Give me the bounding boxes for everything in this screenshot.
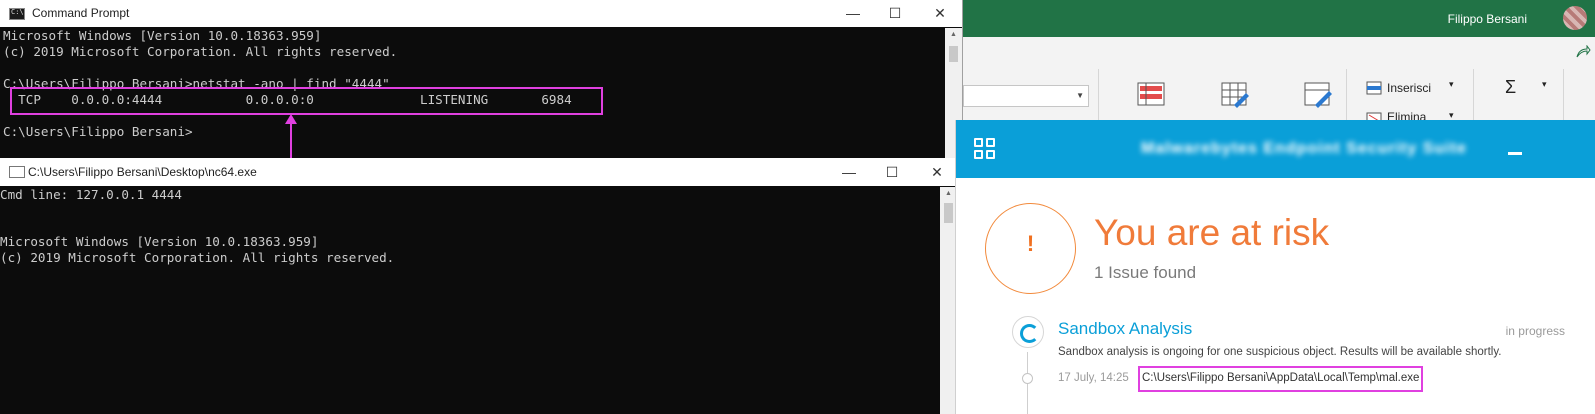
terminal-prompt-line[interactable]: C:\Users\Filippo Bersani> bbox=[3, 124, 193, 140]
window-title: Command Prompt bbox=[32, 6, 130, 20]
excel-ribbon: ▼ Inserisci ▾ Elimina ▾ Σ ▾ bbox=[963, 37, 1595, 127]
dashboard-grid-icon[interactable] bbox=[974, 138, 996, 160]
minimize-button[interactable]: — bbox=[830, 2, 876, 24]
ribbon-separator bbox=[1098, 69, 1099, 127]
annotation-arrow-head bbox=[285, 114, 297, 124]
event-timestamp: 17 July, 14:25 bbox=[1058, 372, 1129, 384]
chevron-down-icon[interactable]: ▾ bbox=[1449, 79, 1454, 90]
event-status: in progress bbox=[1505, 324, 1565, 338]
event-description: Sandbox analysis is ongoing for one susp… bbox=[1058, 346, 1502, 358]
minimize-button[interactable] bbox=[1508, 152, 1522, 155]
terminal-line: Microsoft Windows [Version 10.0.18363.95… bbox=[0, 234, 319, 249]
highlight-box-netstat bbox=[10, 87, 603, 115]
terminal-line: Microsoft Windows [Version 10.0.18363.95… bbox=[3, 28, 322, 43]
risk-title: You are at risk bbox=[1094, 212, 1330, 253]
terminal-line: (c) 2019 Microsoft Corporation. All righ… bbox=[0, 250, 395, 265]
titlebar[interactable]: C:\Users\Filippo Bersani\Desktop\nc64.ex… bbox=[0, 158, 957, 186]
close-button[interactable]: ✕ bbox=[914, 161, 960, 183]
scroll-thumb[interactable] bbox=[949, 46, 958, 62]
minimize-button[interactable]: — bbox=[826, 161, 872, 183]
terminal-line: (c) 2019 Microsoft Corporation. All righ… bbox=[3, 44, 398, 59]
maximize-button[interactable]: ☐ bbox=[869, 161, 915, 183]
command-prompt-window: Command Prompt — ☐ ✕ Microsoft Windows [… bbox=[0, 0, 963, 160]
exclamation-icon: ! bbox=[1026, 231, 1035, 256]
maximize-button[interactable]: ☐ bbox=[872, 2, 918, 24]
avatar[interactable] bbox=[1563, 6, 1587, 30]
conditional-format-icon[interactable] bbox=[1136, 81, 1166, 109]
risk-warning-icon: ! bbox=[985, 203, 1076, 294]
excel-titlebar: Filippo Bersani bbox=[963, 0, 1595, 37]
ribbon-separator bbox=[1473, 69, 1474, 127]
scroll-thumb[interactable] bbox=[944, 203, 953, 223]
ribbon-separator bbox=[1563, 69, 1564, 127]
sandbox-spinner-icon bbox=[1012, 316, 1044, 348]
cell-styles-icon[interactable] bbox=[1303, 81, 1333, 109]
close-button[interactable]: ✕ bbox=[917, 2, 963, 24]
event-file-path: C:\Users\Filippo Bersani\AppData\Local\T… bbox=[1138, 366, 1424, 392]
timeline-dot bbox=[1022, 373, 1033, 384]
insert-cells-icon bbox=[1366, 81, 1382, 95]
terminal-line: Cmd line: 127.0.0.1 4444 bbox=[0, 187, 182, 202]
chevron-down-icon: ▼ bbox=[1076, 91, 1084, 100]
cmd-app-icon bbox=[9, 8, 25, 20]
share-icon[interactable] bbox=[1575, 45, 1591, 59]
issue-count: 1 Issue found bbox=[1094, 263, 1197, 282]
console-app-icon bbox=[9, 166, 25, 178]
event-title[interactable]: Sandbox Analysis bbox=[1058, 319, 1192, 339]
nc64-window: C:\Users\Filippo Bersani\Desktop\nc64.ex… bbox=[0, 158, 957, 414]
scroll-up-icon[interactable]: ▲ bbox=[945, 28, 962, 42]
security-header: Malwarebytes Endpoint Security Suite bbox=[956, 120, 1595, 178]
window-title: C:\Users\Filippo Bersani\Desktop\nc64.ex… bbox=[28, 165, 257, 179]
autosum-icon[interactable]: Σ bbox=[1505, 77, 1516, 98]
titlebar[interactable]: Command Prompt — ☐ ✕ bbox=[0, 0, 962, 27]
insert-button[interactable]: Inserisci bbox=[1387, 81, 1431, 95]
excel-user-name[interactable]: Filippo Bersani bbox=[1448, 12, 1527, 26]
security-notification-panel: Malwarebytes Endpoint Security Suite ! Y… bbox=[955, 120, 1595, 414]
format-table-icon[interactable] bbox=[1220, 81, 1250, 109]
ribbon-separator bbox=[1346, 69, 1347, 127]
security-app-title: Malwarebytes Endpoint Security Suite bbox=[1141, 140, 1467, 157]
style-combo-box[interactable]: ▼ bbox=[963, 85, 1089, 107]
chevron-down-icon[interactable]: ▾ bbox=[1542, 79, 1547, 90]
